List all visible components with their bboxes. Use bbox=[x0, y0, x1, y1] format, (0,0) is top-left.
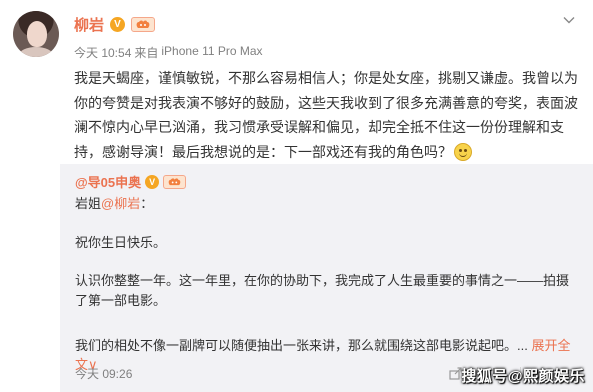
chevron-down-icon[interactable] bbox=[563, 14, 575, 26]
repost-paragraph-2: 认识你整整一年。这一年里，在你的协助下，我完成了人生最重要的事情之一——拍摄了第… bbox=[75, 273, 570, 308]
repost-author: @导05申奥 V bbox=[75, 172, 187, 191]
post-author: 柳岩 V bbox=[74, 14, 156, 35]
repost-paragraph-1: 祝你生日快乐。 bbox=[75, 235, 167, 250]
repost-greeting: 岩姐@柳岩： bbox=[75, 194, 575, 213]
weibo-post: 柳岩 V 今天 10:54 来自 iPhone 11 Pro Max 我是天蝎座… bbox=[0, 0, 593, 392]
verified-icon: V bbox=[110, 17, 126, 32]
post-meta: 今天 10:54 来自 iPhone 11 Pro Max bbox=[74, 44, 263, 61]
verified-icon: V bbox=[145, 174, 160, 189]
smile-emoji-icon bbox=[454, 142, 472, 161]
author-name[interactable]: 柳岩 bbox=[74, 14, 104, 35]
post-text: 我是天蝎座，谨慎敏锐，不那么容易相信人；你是处女座，挑剔又谦虚。我曾以为你的夸赞… bbox=[74, 66, 582, 164]
repost-author-name[interactable]: @导05申奥 bbox=[75, 172, 141, 191]
post-body: 我是天蝎座，谨慎敏锐，不那么容易相信人；你是处女座，挑剔又谦虚。我曾以为你的夸赞… bbox=[74, 70, 578, 160]
mention-link[interactable]: @柳岩 bbox=[101, 196, 140, 211]
fan-badge-icon bbox=[131, 17, 156, 32]
repost-box[interactable]: @导05申奥 V 岩姐@柳岩： 祝你生日快乐。 认识你整整一年。这一年里，在你的… bbox=[60, 164, 593, 392]
repost-paragraph-3-text: 我们的相处不像一副牌可以随便抽出一张来讲，那么就围绕这部电影说起吧。... bbox=[75, 338, 528, 353]
post-source-prefix: 来自 bbox=[134, 46, 159, 60]
repost-salutation: 岩姐 bbox=[75, 196, 102, 211]
repost-colon: ： bbox=[140, 196, 154, 211]
post-device: iPhone 11 Pro Max bbox=[161, 44, 263, 58]
fan-badge-icon bbox=[163, 174, 187, 189]
post-time: 今天 10:54 bbox=[74, 46, 132, 60]
repost-time: 今天 09:26 bbox=[75, 367, 133, 381]
author-avatar[interactable] bbox=[13, 11, 59, 57]
watermark: 搜狐号@熙颜娱乐 bbox=[461, 368, 585, 385]
